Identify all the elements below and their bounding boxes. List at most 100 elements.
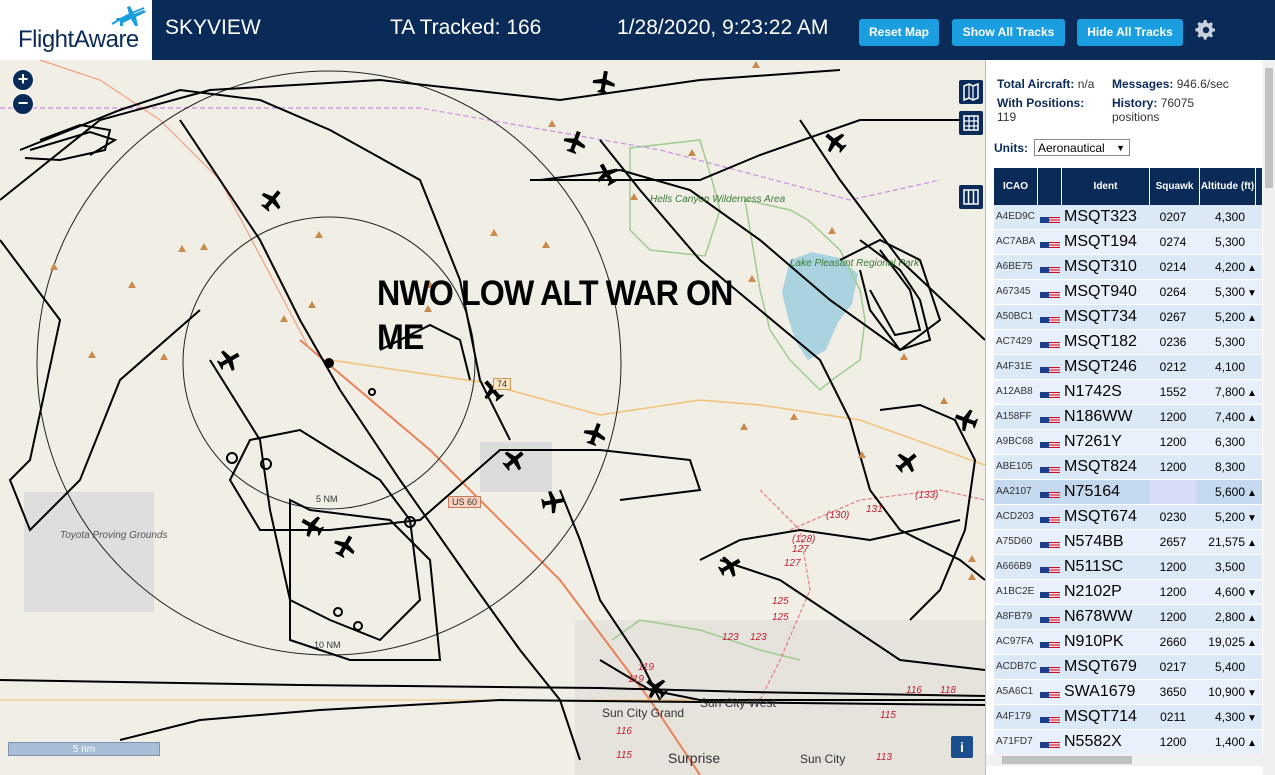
urban-area: [575, 620, 985, 775]
altitude-value: 5,600: [1214, 485, 1245, 499]
table-row[interactable]: AC7ABA MSQT194 0274 5,300: [994, 230, 1262, 255]
altitude-trend-icon: ▲: [1247, 313, 1256, 324]
table-row[interactable]: AA2107 N75164 5,600 ▲: [994, 480, 1262, 505]
messages-value: 946.6/sec: [1176, 77, 1229, 91]
altitude-value: 3,500: [1214, 560, 1245, 574]
cell-ident: N678WW: [1064, 608, 1133, 625]
cell-ident: N1742S: [1064, 383, 1122, 400]
cell-ident: MSQT194: [1064, 233, 1137, 250]
cell-ident: N2102P: [1064, 583, 1122, 600]
cell-ident: MSQT182: [1064, 333, 1137, 350]
table-row[interactable]: A9BC68 N7261Y 1200 6,300: [994, 430, 1262, 455]
boundary-dashed: [0, 107, 941, 201]
cell-squawk: 1200: [1159, 410, 1187, 424]
table-row[interactable]: AC97FA N910PK 2660 19,025 ▲: [994, 630, 1262, 655]
table-row[interactable]: A8FB79 N678WW 1200 2,800 ▲: [994, 605, 1262, 630]
total-aircraft-label: Total Aircraft:: [997, 77, 1075, 91]
us-flag-icon: [1040, 362, 1060, 373]
label-toyota-proving-grounds: Toyota Proving Grounds: [60, 530, 168, 541]
road-number: 113: [876, 752, 892, 763]
cell-icao: AC7429: [996, 336, 1033, 347]
map-layers-icon[interactable]: [959, 80, 983, 104]
zoom-out-button[interactable]: −: [12, 93, 34, 115]
column-header-altitude[interactable]: Altitude (ft): [1200, 168, 1256, 205]
column-header-flag[interactable]: [1038, 168, 1062, 205]
cell-squawk: 0267: [1159, 310, 1187, 324]
cell-squawk: 0207: [1159, 210, 1187, 224]
table-row[interactable]: A4F179 MSQT714 0211 4,300 ▼: [994, 705, 1262, 730]
altitude-trend-icon: ▼: [1247, 288, 1256, 299]
table-row[interactable]: A12AB8 N1742S 1552 7,800 ▲: [994, 380, 1262, 405]
messages-label: Messages:: [1112, 77, 1174, 91]
table-row[interactable]: ACDB7C MSQT679 0217 5,400: [994, 655, 1262, 680]
table-body: A4ED9C MSQT323 0207 4,300 AC7ABA MSQT194 0274 5…: [994, 205, 1262, 755]
show-all-tracks-button[interactable]: Show All Tracks: [952, 19, 1065, 46]
flightaware-logo[interactable]: FlightAware: [0, 0, 156, 60]
road-number: 123: [722, 632, 739, 643]
table-row[interactable]: A158FF N186WW 1200 7,400 ▲: [994, 405, 1262, 430]
overlay-annotation-line2: ME: [377, 318, 424, 357]
info-button[interactable]: i: [951, 736, 973, 758]
table-row[interactable]: A5A6C1 SWA1679 3650 10,900 ▼: [994, 680, 1262, 705]
altitude-value: 5,200: [1214, 510, 1245, 524]
altitude-trend-icon: ▲: [1247, 388, 1256, 399]
table-row[interactable]: ABE105 MSQT824 1200 8,300: [994, 455, 1262, 480]
scrollbar-thumb[interactable]: [1265, 68, 1273, 188]
table-row[interactable]: A67345 MSQT940 0264 5,300 ▼: [994, 280, 1262, 305]
table-row[interactable]: A666B9 N511SC 1200 3,500: [994, 555, 1262, 580]
cell-squawk: 0264: [1159, 285, 1187, 299]
aircraft-icon: [895, 453, 917, 473]
column-header-icao[interactable]: ICAO: [994, 168, 1038, 205]
table-row[interactable]: A71FD7 N5582X 1200 1,400 ▲: [994, 730, 1262, 755]
table-row[interactable]: A75D60 N574BB 2657 21,575 ▲: [994, 530, 1262, 555]
us-flag-icon: [1040, 487, 1060, 498]
grid-icon[interactable]: [959, 111, 983, 135]
aircraft-icon: [592, 70, 615, 94]
route-shield-74: 74: [493, 378, 512, 390]
column-header-ident[interactable]: Ident: [1062, 168, 1150, 205]
altitude-value: 4,100: [1214, 360, 1245, 374]
cell-icao: A8FB79: [996, 611, 1033, 622]
columns-icon[interactable]: [959, 185, 983, 209]
table-row[interactable]: A4F31E MSQT246 0212 4,100: [994, 355, 1262, 380]
table-row[interactable]: A1BC2E N2102P 1200 4,600 ▼: [994, 580, 1262, 605]
altitude-value: 4,200: [1214, 260, 1245, 274]
vertical-scrollbar[interactable]: [1263, 60, 1275, 775]
map-view[interactable]: Hells Canyon Wilderness Area Lake Pleasa…: [0, 60, 985, 775]
table-row[interactable]: A50BC1 MSQT734 0267 5,200 ▲: [994, 305, 1262, 330]
column-header-squawk[interactable]: Squawk: [1150, 168, 1200, 205]
aircraft-icon: [301, 516, 325, 538]
reset-map-button[interactable]: Reset Map: [859, 19, 939, 46]
cell-squawk: 1552: [1159, 385, 1187, 399]
label-range-10nm: 10 NM: [314, 640, 341, 650]
hide-all-tracks-button[interactable]: Hide All Tracks: [1077, 19, 1183, 46]
us-flag-icon: [1040, 212, 1060, 223]
table-row[interactable]: AC7429 MSQT182 0236 5,300: [994, 330, 1262, 355]
us-flag-icon: [1040, 337, 1060, 348]
road-number: 116: [616, 726, 632, 737]
units-select[interactable]: Aeronautical ▼: [1034, 139, 1130, 156]
horizontal-scrollbar[interactable]: [986, 754, 1264, 766]
road-number: 123: [750, 632, 767, 643]
scrollbar-thumb[interactable]: [1002, 756, 1132, 764]
cell-squawk: 1200: [1159, 460, 1187, 474]
us-flag-icon: [1040, 612, 1060, 623]
us-flag-icon: [1040, 237, 1060, 248]
cell-squawk: 1200: [1159, 560, 1187, 574]
road: [789, 489, 985, 531]
gear-icon[interactable]: [1194, 18, 1218, 42]
aircraft-panel: Total Aircraft: n/a Messages: 946.6/sec …: [985, 60, 1275, 775]
table-row[interactable]: A6BE75 MSQT310 0214 4,200 ▲: [994, 255, 1262, 280]
table-row[interactable]: ACD203 MSQT674 0230 5,200 ▼: [994, 505, 1262, 530]
cell-squawk: 0236: [1159, 335, 1187, 349]
road-number: 119: [628, 674, 644, 685]
zoom-in-button[interactable]: +: [12, 69, 34, 91]
table-row[interactable]: A4ED9C MSQT323 0207 4,300: [994, 205, 1262, 230]
altitude-value: 5,400: [1214, 660, 1245, 674]
cell-icao: A1BC2E: [996, 586, 1035, 597]
road-number: (130): [826, 510, 850, 521]
us-flag-icon: [1040, 737, 1060, 748]
altitude-value: 7,400: [1214, 410, 1245, 424]
altitude-trend-icon: ▲: [1247, 488, 1256, 499]
with-positions-value: 119: [997, 110, 1017, 124]
